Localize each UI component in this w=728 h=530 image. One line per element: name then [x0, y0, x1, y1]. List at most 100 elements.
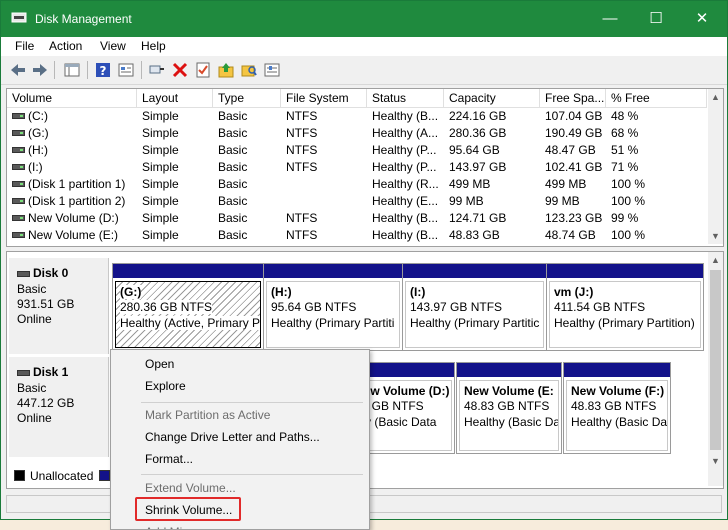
scroll-up-icon[interactable]: ▲	[711, 255, 720, 265]
cell-percent-free-container: 51 %	[606, 142, 707, 159]
volume-row[interactable]: New Volume (E:) Simple Basic NTFS Healthy (B…	[7, 227, 707, 244]
unallocated-swatch	[14, 470, 25, 481]
volume-row[interactable]: (I:) Simple Basic NTFS Healthy (P... 143.97 G…	[7, 159, 707, 176]
menu-view[interactable]: View	[100, 39, 126, 53]
cell-capacity-container: 124.71 GB	[444, 210, 540, 227]
cell-type-container: Basic	[213, 108, 281, 125]
cell-type-container: Basic	[213, 193, 281, 210]
forward-arrow-icon[interactable]	[31, 61, 49, 79]
cell-layout-container: Simple	[137, 176, 213, 193]
partition-g-status: Healthy (Active, Primary P	[120, 316, 261, 330]
cell-layout-container: Simple	[137, 108, 213, 125]
menu-bar: File Action View Help	[1, 37, 727, 56]
column-header-free-space[interactable]: Free Spa...	[540, 89, 606, 107]
column-header-file-system[interactable]: File System	[281, 89, 367, 107]
cell-free-space: 107.04 GB	[545, 109, 603, 123]
connect-icon[interactable]	[148, 61, 166, 79]
column-header-capacity[interactable]: Capacity	[444, 89, 540, 107]
help-icon[interactable]: ?	[94, 61, 112, 79]
shrink-volume-highlight-box	[135, 497, 241, 521]
cell-type-container: Basic	[213, 176, 281, 193]
disk-1-size: 447.12 GB	[17, 396, 75, 410]
cell-file-system-container: NTFS	[281, 125, 367, 142]
primary-partition-swatch	[99, 470, 110, 481]
title-bar[interactable]: Disk Management — ☐ ✕	[1, 1, 727, 37]
partition-e[interactable]: New Volume (E: 48.83 GB NTFS Healthy (Ba…	[456, 362, 562, 454]
cell-percent-free-container: 100 %	[606, 176, 707, 193]
cell-type-container: Basic	[213, 142, 281, 159]
properties-icon[interactable]	[117, 61, 135, 79]
disk-1-name: Disk 1	[33, 365, 69, 379]
column-header-percent-free[interactable]: % Free	[606, 89, 707, 107]
graphical-view-scrollbar[interactable]: ▲ ▼	[708, 252, 723, 486]
volume-row[interactable]: New Volume (D:) Simple Basic NTFS Healthy (B…	[7, 210, 707, 227]
partition-g[interactable]: (G:) 280.36 GB NTFS Healthy (Active, Pri…	[112, 263, 264, 351]
toolbar-separator	[141, 61, 142, 79]
cell-type: Basic	[218, 194, 248, 208]
column-header-type[interactable]: Type	[213, 89, 281, 107]
menu-action[interactable]: Action	[49, 39, 82, 53]
menu-item-change-drive-letter-and-paths[interactable]: Change Drive Letter and Paths...	[145, 430, 320, 444]
partition-bar	[403, 264, 546, 278]
menu-item-explore[interactable]: Explore	[145, 379, 186, 393]
close-button[interactable]: ✕	[679, 1, 725, 37]
console-tree-icon[interactable]	[63, 61, 81, 79]
partition-i[interactable]: (I:) 143.97 GB NTFS Healthy (Primary Par…	[402, 263, 547, 351]
partition-f-name: New Volume (F:)	[571, 384, 665, 398]
cell-file-system: NTFS	[286, 228, 318, 242]
cell-status: Healthy (P...	[372, 143, 437, 157]
disk-1-label[interactable]: Disk 1 Basic 447.12 GB Online	[9, 357, 109, 457]
partition-j[interactable]: vm (J:) 411.54 GB NTFS Healthy (Primary …	[546, 263, 704, 351]
cell-layout-container: Simple	[137, 159, 213, 176]
settings-icon[interactable]	[263, 61, 281, 79]
delete-icon[interactable]	[171, 61, 189, 79]
volume-row[interactable]: (G:) Simple Basic NTFS Healthy (A... 280.36 G…	[7, 125, 707, 142]
maximize-button[interactable]: ☐	[633, 1, 679, 37]
volume-row[interactable]: (C:) Simple Basic NTFS Healthy (B... 224.16 G…	[7, 108, 707, 125]
partition-i-status: Healthy (Primary Partitic	[410, 316, 540, 330]
cell-free-space-container: 123.23 GB	[540, 210, 606, 227]
toolbar: ?	[1, 56, 727, 85]
checklist-icon[interactable]	[194, 61, 212, 79]
up-folder-icon[interactable]	[217, 61, 235, 79]
volume-list-header: Volume Layout Type File System Status Ca…	[7, 89, 707, 108]
cell-status-container: Healthy (R...	[367, 176, 444, 193]
column-header-layout[interactable]: Layout	[137, 89, 213, 107]
cell-file-system-container: NTFS	[281, 227, 367, 244]
volume-list-scrollbar[interactable]: ▲ ▼	[708, 89, 723, 244]
partition-f[interactable]: New Volume (F:) 48.83 GB NTFS Healthy (B…	[563, 362, 671, 454]
menu-item-format[interactable]: Format...	[145, 452, 193, 466]
scroll-thumb[interactable]	[710, 270, 721, 450]
menu-help[interactable]: Help	[141, 39, 166, 53]
scroll-down-icon[interactable]: ▼	[711, 231, 720, 241]
minimize-button[interactable]: —	[587, 1, 633, 37]
cell-status: Healthy (B...	[372, 211, 439, 225]
volume-row[interactable]: (Disk 1 partition 1) Simple Basic Healthy (…	[7, 176, 707, 193]
partition-h[interactable]: (H:) 95.64 GB NTFS Healthy (Primary Part…	[263, 263, 403, 351]
disk-0-label[interactable]: Disk 0 Basic 931.51 GB Online	[9, 258, 109, 354]
toolbar-separator	[87, 61, 88, 79]
cell-file-system-container	[281, 193, 367, 210]
back-arrow-icon[interactable]	[9, 61, 27, 79]
search-folder-icon[interactable]	[240, 61, 258, 79]
volume-row[interactable]: (H:) Simple Basic NTFS Healthy (P... 95.64 GB…	[7, 142, 707, 159]
menu-file[interactable]: File	[15, 39, 34, 53]
legend: Unallocated	[9, 466, 110, 486]
partition-e-status: Healthy (Basic Da	[464, 415, 559, 429]
column-header-status[interactable]: Status	[367, 89, 444, 107]
cell-free-space-container: 48.47 GB	[540, 142, 606, 159]
volume-list[interactable]: Volume Layout Type File System Status Ca…	[6, 88, 724, 247]
cell-file-system: NTFS	[286, 109, 318, 123]
volume-row[interactable]: (Disk 1 partition 2) Simple Basic Healthy (…	[7, 193, 707, 210]
cell-status: Healthy (B...	[372, 228, 439, 242]
cell-volume: (Disk 1 partition 1)	[28, 177, 126, 191]
partition-f-size: 48.83 GB NTFS	[571, 399, 657, 413]
cell-volume: (C:)	[28, 109, 48, 123]
scroll-down-icon[interactable]: ▼	[711, 456, 720, 466]
menu-item-open[interactable]: Open	[145, 357, 174, 371]
cell-capacity: 499 MB	[449, 177, 491, 191]
cell-file-system: NTFS	[286, 126, 318, 140]
scroll-up-icon[interactable]: ▲	[711, 92, 720, 102]
cell-free-space: 102.41 GB	[545, 160, 603, 174]
column-header-volume[interactable]: Volume	[7, 89, 137, 107]
